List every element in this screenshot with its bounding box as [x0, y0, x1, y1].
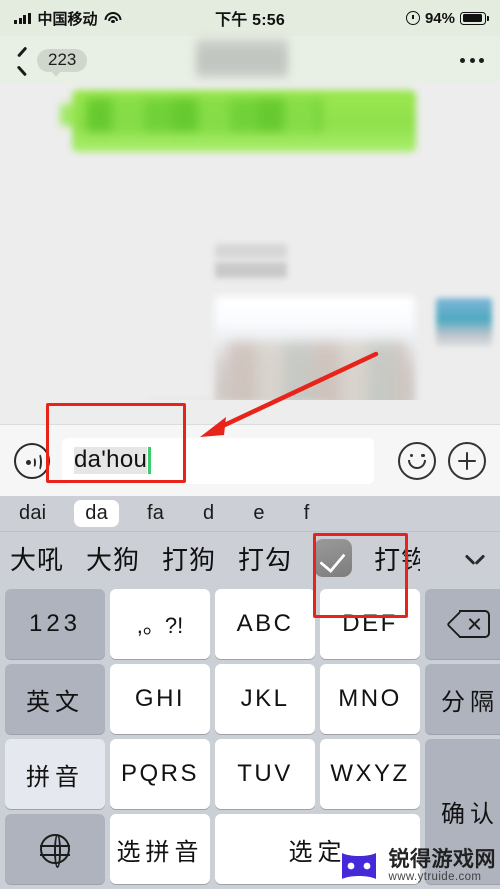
battery-percent-label: 94% — [424, 9, 455, 27]
status-bar-right: 94% — [405, 9, 489, 27]
candidate-1[interactable]: 大狗 — [86, 540, 140, 577]
watermark-url: www.ytruide.com — [388, 870, 482, 883]
image-message-content-blurred — [228, 342, 406, 400]
chat-title-blurred — [196, 39, 288, 77]
received-text-line-1-blurred — [215, 244, 287, 258]
syllable-option-5[interactable]: f — [293, 500, 321, 527]
syllable-option-2[interactable]: fa — [136, 500, 175, 527]
chevron-down-icon[interactable] — [466, 550, 484, 568]
phone-screen: 中国移动 下午 5:56 94% 223 da'hou dai da fa d … — [0, 0, 500, 889]
text-caret — [148, 447, 151, 474]
battery-icon — [460, 11, 489, 25]
sent-message-text-blurred — [86, 98, 322, 132]
chat-message-area[interactable] — [0, 84, 500, 400]
candidate-strip: 大吼 大狗 打狗 打勾 打钩 — [0, 532, 500, 584]
key-ghi[interactable]: GHI — [110, 664, 210, 734]
candidate-3[interactable]: 打勾 — [238, 540, 292, 577]
status-bar: 中国移动 下午 5:56 94% — [0, 0, 500, 36]
message-input-bar: da'hou — [0, 424, 500, 496]
received-text-line-2-blurred — [215, 262, 287, 278]
message-input-field[interactable]: da'hou — [62, 437, 374, 484]
key-english[interactable]: 英文 — [5, 664, 105, 734]
plus-circle-icon[interactable] — [448, 441, 486, 480]
candidate-2[interactable]: 打狗 — [162, 540, 216, 577]
syllable-option-3[interactable]: d — [192, 500, 225, 527]
key-123[interactable]: 123 — [5, 589, 105, 659]
syllable-option-0[interactable]: dai — [8, 500, 57, 527]
key-backspace[interactable] — [425, 589, 500, 659]
key-choose-pinyin[interactable]: 选拼音 — [110, 814, 210, 884]
key-separator[interactable]: 分隔 — [425, 664, 500, 734]
syllable-option-4[interactable]: e — [242, 500, 275, 527]
back-chevron-icon[interactable] — [16, 49, 29, 71]
watermark: 锐得游戏网 www.ytruide.com — [336, 847, 497, 883]
candidate-5[interactable]: 打钩 — [374, 540, 420, 577]
key-punctuation[interactable]: ,。?! — [110, 589, 210, 659]
key-abc[interactable]: ABC — [215, 589, 315, 659]
voice-input-icon[interactable] — [14, 442, 50, 479]
alarm-clock-icon — [405, 11, 420, 25]
composing-text: da'hou — [74, 446, 148, 474]
key-globe[interactable] — [5, 814, 105, 884]
key-wxyz[interactable]: WXYZ — [320, 739, 420, 809]
watermark-site-name: 锐得游戏网 — [388, 847, 496, 871]
key-pinyin[interactable]: 拼音 — [5, 739, 105, 809]
key-def[interactable]: DEF — [320, 589, 420, 659]
keyboard-grid: 123 ,。?! ABC DEF 英文 GHI JKL MNO 分隔 拼音 PQ… — [5, 589, 500, 884]
unread-count-badge[interactable]: 223 — [37, 48, 88, 77]
key-jkl[interactable]: JKL — [215, 664, 315, 734]
backspace-icon — [446, 610, 490, 638]
key-mno[interactable]: MNO — [320, 664, 420, 734]
key-tuv[interactable]: TUV — [215, 739, 315, 809]
smiley-face-icon[interactable] — [398, 441, 436, 480]
on-screen-keyboard: 123 ,。?! ABC DEF 英文 GHI JKL MNO 分隔 拼音 PQ… — [0, 584, 500, 889]
pinyin-syllable-strip: dai da fa d e f — [0, 496, 500, 532]
key-pqrs[interactable]: PQRS — [110, 739, 210, 809]
globe-icon — [39, 833, 70, 868]
watermark-text: 锐得游戏网 www.ytruide.com — [388, 847, 497, 883]
more-dots-icon[interactable] — [460, 57, 484, 63]
watermark-logo-icon — [341, 852, 376, 879]
check-box-emoji[interactable] — [314, 539, 353, 577]
navigation-bar: 223 — [0, 36, 500, 84]
avatar[interactable] — [436, 298, 492, 346]
candidate-0[interactable]: 大吼 — [10, 540, 64, 577]
syllable-option-1[interactable]: da — [74, 500, 119, 527]
